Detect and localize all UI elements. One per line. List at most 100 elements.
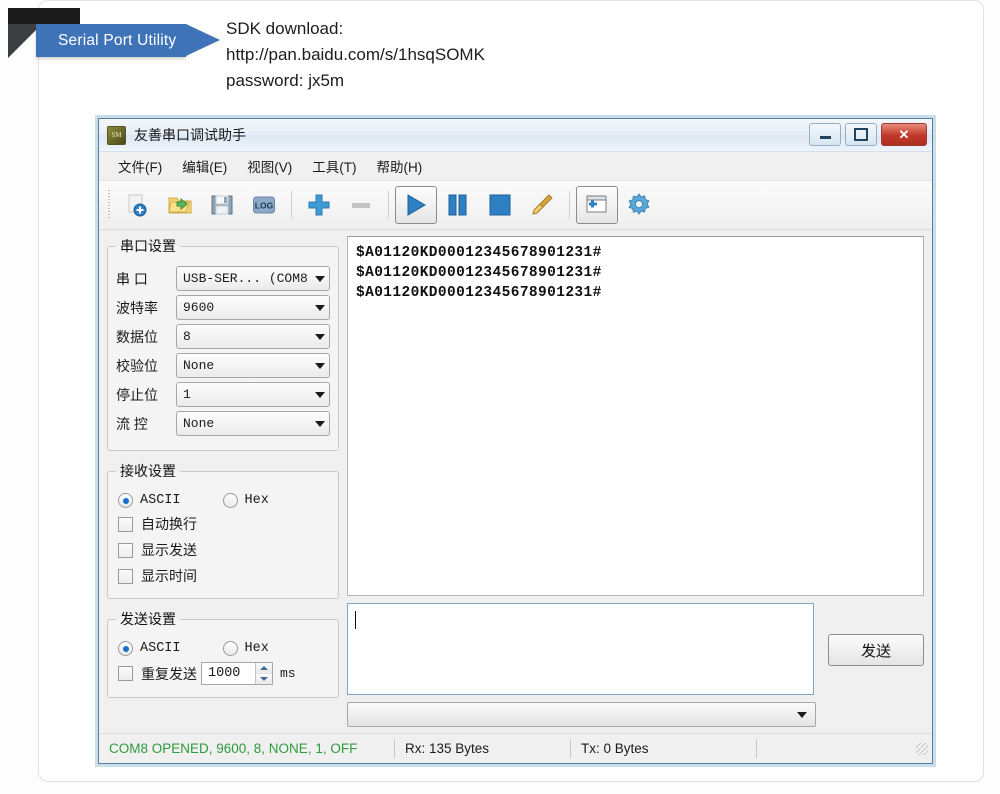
port-field-label: 停止位 <box>116 385 176 405</box>
repeat-send-row: 重复发送 1000 ms <box>118 662 330 685</box>
new-icon[interactable] <box>117 186 159 224</box>
status-bar: COM8 OPENED, 9600, 8, NONE, 1, OFF Rx: 1… <box>99 733 932 763</box>
port-field-label: 波特率 <box>116 298 176 318</box>
remove-icon[interactable] <box>340 186 382 224</box>
chevron-down-icon <box>797 712 807 718</box>
banner-arrow-body: Serial Port Utility <box>36 24 186 57</box>
menu-view[interactable]: 视图(V) <box>240 153 299 179</box>
port-field-label: 串 口 <box>116 269 176 289</box>
receive-ascii-radio[interactable] <box>118 493 133 508</box>
svg-text:LOG: LOG <box>255 201 274 211</box>
menu-edit[interactable]: 编辑(E) <box>175 153 234 179</box>
send-hex-radio[interactable] <box>223 641 238 656</box>
port-field-row: 波特率 9600 <box>116 295 330 320</box>
stepper-up-button[interactable] <box>256 663 272 674</box>
window-title: 友善串口调试助手 <box>134 125 246 145</box>
send-row: 发送 <box>347 603 924 695</box>
receive-settings-title: 接收设置 <box>116 461 180 481</box>
open-folder-icon[interactable] <box>159 186 201 224</box>
menu-bar: 文件(F)编辑(E)视图(V)工具(T) 帮助(H) <box>99 152 932 180</box>
port-field-label: 流 控 <box>116 414 176 434</box>
stepper-buttons[interactable] <box>255 663 272 684</box>
chevron-up-icon <box>260 666 268 670</box>
send-button[interactable]: 发送 <box>828 634 924 666</box>
databits-select[interactable]: 8 <box>176 324 330 349</box>
show-time-checkbox[interactable] <box>118 569 133 584</box>
maximize-button[interactable] <box>845 123 877 146</box>
port-field-row: 串 口USB-SER... (COM8 <box>116 266 330 291</box>
save-icon[interactable] <box>201 186 243 224</box>
repeat-send-checkbox[interactable] <box>118 666 133 681</box>
menu-file[interactable]: 文件(F) <box>111 153 169 179</box>
receive-option-label: 显示时间 <box>141 566 197 586</box>
receive-line: $A01120KD00012345678901231# <box>356 283 915 303</box>
add-icon[interactable] <box>298 186 340 224</box>
window-body: 串口设置 串 口USB-SER... (COM8波特率9600数据位8校验位No… <box>99 230 932 727</box>
close-button[interactable]: ✕ <box>881 123 927 146</box>
stopbits-select[interactable]: 1 <box>176 382 330 407</box>
auto-wrap-checkbox[interactable] <box>118 517 133 532</box>
port-settings-title: 串口设置 <box>116 236 180 256</box>
send-history-combo[interactable] <box>347 702 816 727</box>
menu-tools[interactable]: 工具(T) <box>305 153 363 179</box>
port-field-value: 1 <box>183 387 311 402</box>
receive-hex-radio[interactable] <box>223 493 238 508</box>
settings-gear-icon[interactable] <box>618 186 660 224</box>
receive-hex-label: Hex <box>245 493 269 508</box>
banner-label: Serial Port Utility <box>58 32 176 50</box>
port-select[interactable]: USB-SER... (COM8 <box>176 266 330 291</box>
toolbar-grip[interactable] <box>105 190 113 220</box>
pause-icon[interactable] <box>437 186 479 224</box>
sdk-note-line3: password: jx5m <box>226 68 746 94</box>
sdk-note-line1: SDK download: <box>226 16 746 42</box>
status-tx: Tx: 0 Bytes <box>571 739 757 758</box>
port-field-label: 校验位 <box>116 356 176 376</box>
receive-line: $A01120KD00012345678901231# <box>356 263 915 283</box>
app-window: SM 友善串口调试助手 ✕ 文件(F)编辑(E)视图(V)工具(T)帮助(H) <box>98 118 933 764</box>
resize-grip-icon[interactable] <box>916 743 928 755</box>
port-field-value: 9600 <box>183 300 311 315</box>
tool-bar: LOG <box>99 180 932 230</box>
new-window-icon[interactable] <box>576 186 618 224</box>
status-connection: COM8 OPENED, 9600, 8, NONE, 1, OFF <box>99 739 395 758</box>
receive-option-label: 自动换行 <box>141 514 197 534</box>
left-settings-panel: 串口设置 串 口USB-SER... (COM8波特率9600数据位8校验位No… <box>107 236 339 727</box>
baudrate-select[interactable]: 9600 <box>176 295 330 320</box>
repeat-send-label: 重复发送 <box>141 664 197 684</box>
toolbar-separator-1 <box>291 191 292 219</box>
port-field-value: None <box>183 358 311 373</box>
port-field-row: 校验位 None <box>116 353 330 378</box>
receive-option-row: 显示时间 <box>118 566 330 586</box>
start-icon[interactable] <box>395 186 437 224</box>
stop-icon[interactable] <box>479 186 521 224</box>
receive-text-area[interactable]: $A01120KD00012345678901231#$A01120KD0001… <box>347 236 924 596</box>
port-field-row: 停止位 1 <box>116 382 330 407</box>
stepper-down-button[interactable] <box>256 674 272 685</box>
banner-fold-top <box>8 8 80 24</box>
port-field-value: None <box>183 416 311 431</box>
send-ascii-label: ASCII <box>140 641 181 656</box>
minimize-button[interactable] <box>809 123 841 146</box>
parity-select[interactable]: None <box>176 353 330 378</box>
show-send-checkbox[interactable] <box>118 543 133 558</box>
send-ascii-radio[interactable] <box>118 641 133 656</box>
repeat-interval-stepper[interactable]: 1000 <box>201 662 273 685</box>
send-input[interactable] <box>347 603 814 695</box>
receive-option-label: 显示发送 <box>141 540 197 560</box>
flowcontrol-select[interactable]: None <box>176 411 330 436</box>
menu-help[interactable]: 帮助(H) <box>370 153 430 179</box>
repeat-interval-unit: ms <box>280 666 296 681</box>
log-icon[interactable]: LOG <box>243 186 285 224</box>
toolbar-separator-2 <box>388 191 389 219</box>
toolbar-separator-3 <box>569 191 570 219</box>
port-field-label: 数据位 <box>116 327 176 347</box>
status-spacer <box>757 739 916 758</box>
chevron-down-icon <box>315 363 325 369</box>
banner-arrow-head <box>186 24 220 56</box>
history-row <box>347 702 924 727</box>
receive-ascii-label: ASCII <box>140 493 181 508</box>
right-panel: $A01120KD00012345678901231#$A01120KD0001… <box>347 236 924 727</box>
close-icon: ✕ <box>899 127 910 143</box>
chevron-down-icon <box>260 677 268 681</box>
clear-icon[interactable] <box>521 186 563 224</box>
